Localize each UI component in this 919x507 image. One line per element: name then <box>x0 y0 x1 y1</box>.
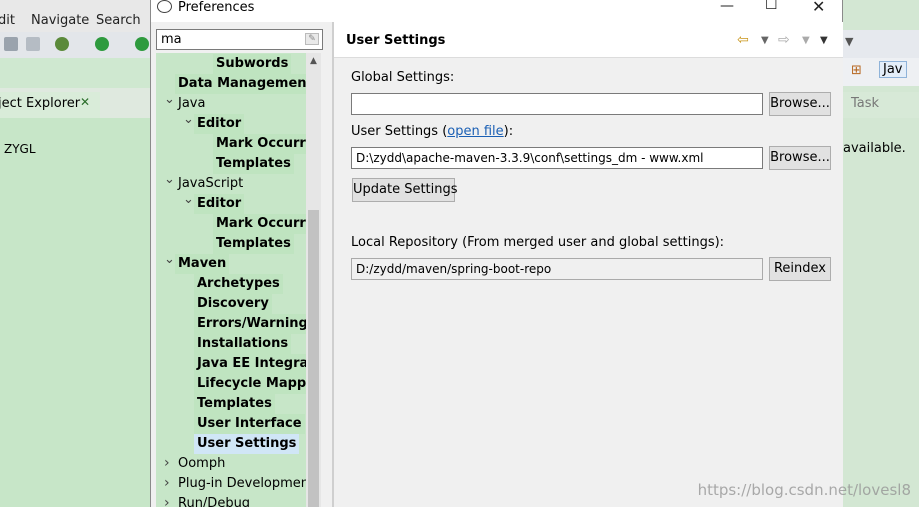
tree-item[interactable]: Errors/Warnings <box>194 314 306 334</box>
tree-item[interactable]: Lifecycle Mappings <box>194 374 306 394</box>
eclipse-toolbar <box>0 32 150 58</box>
project-explorer-tab[interactable]: ject Explorer ✕ <box>0 92 100 118</box>
user-settings-label-suffix: ): <box>503 124 514 139</box>
menu-edit[interactable]: dit <box>0 13 15 28</box>
run-icon[interactable] <box>95 37 109 51</box>
tree-item[interactable]: Run/Debug <box>178 494 250 507</box>
local-repo-value: D:/zydd/maven/spring-boot-repo <box>356 262 552 276</box>
local-repo-label: Local Repository (From merged user and g… <box>351 235 725 250</box>
run-external-icon[interactable] <box>135 37 149 51</box>
right-toolbar: ▼ <box>843 30 919 58</box>
user-settings-value: D:\zydd\apache-maven-3.3.9\conf\settings… <box>356 151 704 165</box>
collapse-arrow-icon[interactable]: › <box>164 475 170 491</box>
java-perspective-label: Jav <box>883 62 903 77</box>
collapse-arrow-icon[interactable]: › <box>164 495 170 507</box>
update-settings-button[interactable]: Update Settings <box>352 178 458 202</box>
eclipse-icon <box>157 0 172 13</box>
tree-item[interactable]: Java <box>178 94 205 114</box>
tree-item[interactable]: User Interface <box>194 414 305 434</box>
eclipse-menubar: dit Navigate Search <box>0 0 150 32</box>
tree-item[interactable]: Maven <box>175 254 230 274</box>
watermark: https://blog.csdn.net/lovesl8 <box>697 481 911 499</box>
minimize-icon[interactable]: — <box>720 0 734 14</box>
close-icon[interactable]: ✕ <box>812 0 825 16</box>
right-tabbar: Task <box>843 92 919 118</box>
close-icon[interactable]: ✕ <box>80 95 90 109</box>
project-explorer-tab-label: ject Explorer <box>0 96 81 111</box>
tree-item[interactable]: Editor <box>194 114 245 134</box>
forward-icon[interactable]: ⇨ <box>778 32 790 48</box>
tree-scrollbar-thumb[interactable] <box>308 210 319 507</box>
forward-menu-icon[interactable]: ▼ <box>802 35 810 46</box>
scroll-up-icon[interactable]: ▲ <box>306 56 321 66</box>
global-browse-button[interactable]: Browse... <box>769 92 831 116</box>
open-perspective-icon[interactable]: ⊞ <box>851 63 862 78</box>
project-explorer-body <box>0 118 150 507</box>
save-icon[interactable] <box>4 37 18 51</box>
tree-item[interactable]: Subwords <box>213 54 292 74</box>
maximize-icon[interactable]: ☐ <box>765 0 778 13</box>
menu-search[interactable]: Search <box>96 13 141 28</box>
global-settings-label: Global Settings: <box>351 70 455 85</box>
tree-item[interactable]: User Settings <box>194 434 300 454</box>
user-browse-button[interactable]: Browse... <box>769 146 831 170</box>
page-title: User Settings <box>346 33 446 48</box>
menu-navigate[interactable]: Navigate <box>31 13 89 28</box>
expand-arrow-icon[interactable]: ⌄ <box>183 112 194 127</box>
perspective-bar: ⊞ Jav <box>843 58 919 86</box>
tree-item[interactable]: Editor <box>194 194 245 214</box>
tree-item[interactable]: Templates <box>213 234 294 254</box>
tree-item[interactable]: Discovery <box>194 294 272 314</box>
local-repo-field: D:/zydd/maven/spring-boot-repo <box>351 258 763 280</box>
save-all-icon[interactable] <box>26 37 40 51</box>
clear-filter-icon[interactable]: ✎ <box>305 33 319 45</box>
tree-item[interactable]: Data Management <box>175 74 306 94</box>
tree-item[interactable]: Plug-in Development <box>178 474 306 494</box>
tree-item[interactable]: JavaScript <box>178 174 243 194</box>
tree-item[interactable]: Java EE Integration <box>194 354 306 374</box>
tree-item[interactable]: Mark Occurrences <box>213 214 306 234</box>
reindex-button[interactable]: Reindex <box>769 257 831 281</box>
view-menu-icon[interactable]: ▼ <box>820 35 828 46</box>
right-panel-message: available. <box>843 141 906 156</box>
tree-item[interactable]: Templates <box>213 154 294 174</box>
open-file-link[interactable]: open file <box>447 124 503 139</box>
filter-input[interactable]: ma <box>156 29 323 50</box>
chevron-down-icon[interactable]: ▼ <box>845 35 853 48</box>
tree-item[interactable]: Archetypes <box>194 274 283 294</box>
preference-tree: Subwords Data Management ⌄ Java ⌄ Editor Mark … <box>156 53 306 507</box>
tree-item[interactable]: Mark Occurrences <box>213 134 306 154</box>
dialog-title: Preferences <box>178 0 255 15</box>
tree-item[interactable]: Installations <box>194 334 292 354</box>
reindex-label: Reindex <box>773 261 826 276</box>
collapse-arrow-icon[interactable]: › <box>164 455 170 471</box>
tree-item[interactable]: Templates <box>194 394 275 414</box>
filter-text: ma <box>161 32 182 47</box>
update-settings-label: Update Settings <box>353 182 458 197</box>
expand-arrow-icon[interactable]: ⌄ <box>183 192 194 207</box>
back-icon[interactable]: ⇦ <box>737 32 749 48</box>
debug-icon[interactable] <box>55 37 69 51</box>
global-settings-field[interactable] <box>351 93 763 115</box>
global-browse-label: Browse... <box>770 96 830 111</box>
user-settings-field[interactable]: D:\zydd\apache-maven-3.3.9\conf\settings… <box>351 147 763 169</box>
expand-arrow-icon[interactable]: ⌄ <box>164 172 175 187</box>
expand-arrow-icon[interactable]: ⌄ <box>164 252 175 267</box>
task-list-tab[interactable]: Task <box>851 96 879 111</box>
expand-arrow-icon[interactable]: ⌄ <box>164 92 175 107</box>
user-settings-label: User Settings (open file): <box>351 124 513 139</box>
user-settings-label-prefix: User Settings ( <box>351 124 448 139</box>
tree-item[interactable]: Oomph <box>178 454 225 474</box>
back-menu-icon[interactable]: ▼ <box>761 35 769 46</box>
user-browse-label: Browse... <box>770 150 830 165</box>
project-item[interactable]: ZYGL <box>4 142 36 156</box>
java-perspective-button[interactable]: Jav <box>879 61 907 78</box>
